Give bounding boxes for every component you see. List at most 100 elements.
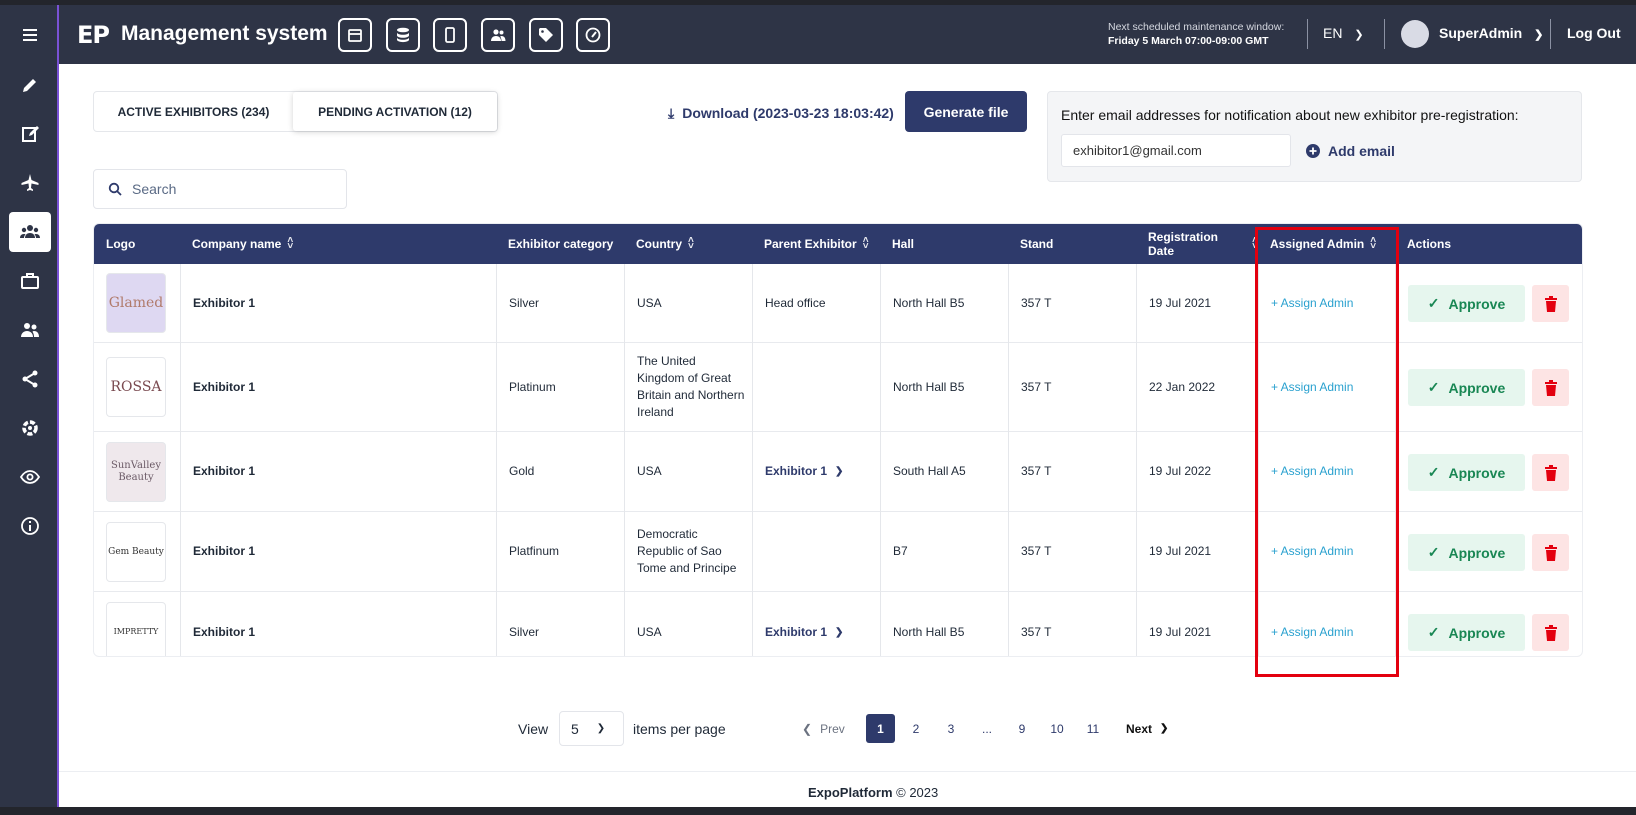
delete-button[interactable] xyxy=(1532,369,1569,406)
parent-exhibitor xyxy=(752,343,765,431)
parent-exhibitor-link[interactable]: Exhibitor 1 ❯ xyxy=(752,592,844,656)
download-icon: ⤓ xyxy=(668,105,675,121)
logout-button[interactable]: Log Out xyxy=(1567,25,1621,41)
tab-pending-activation[interactable]: PENDING ACTIVATION (12) xyxy=(293,92,497,131)
add-email-button[interactable]: Add email xyxy=(1306,143,1395,159)
tag-icon[interactable] xyxy=(529,18,563,52)
chevron-right-icon: ❯ xyxy=(835,466,844,477)
language-selector[interactable]: EN ❯ xyxy=(1323,25,1364,41)
users-icon[interactable] xyxy=(9,310,51,350)
approve-label: Approve xyxy=(1448,379,1506,396)
plane-icon[interactable] xyxy=(9,163,51,203)
approve-button[interactable]: ✓ Approve xyxy=(1408,614,1525,651)
share-icon[interactable] xyxy=(9,359,51,399)
assign-admin-link[interactable]: + Assign Admin xyxy=(1258,592,1353,656)
check-icon: ✓ xyxy=(1427,295,1440,311)
info-icon[interactable] xyxy=(9,506,51,546)
approve-button[interactable]: ✓ Approve xyxy=(1408,534,1525,571)
col-exhibitor-category: Exhibitor category xyxy=(496,224,624,264)
search-input[interactable]: Search xyxy=(93,169,347,209)
header-divider xyxy=(1384,19,1385,49)
page-button[interactable]: 3 xyxy=(942,714,960,743)
briefcase-icon[interactable] xyxy=(9,261,51,301)
sort-icon[interactable]: ˄ ˅ xyxy=(1370,236,1376,252)
next-page-button[interactable]: Next ❯ xyxy=(1126,714,1168,743)
edit-icon[interactable] xyxy=(9,114,51,154)
exhibitors-table: Logo Company name ˄ ˅ Exhibitor category C… xyxy=(93,223,1583,657)
column-divider xyxy=(1395,264,1396,656)
parent-exhibitor-link[interactable]: Exhibitor 1 ❯ xyxy=(752,432,843,511)
trash-icon xyxy=(1544,295,1557,312)
maintenance-window: Friday 5 March 07:00-09:00 GMT xyxy=(1108,35,1269,47)
chevron-down-icon: ❯ xyxy=(1534,29,1544,41)
delete-button[interactable] xyxy=(1532,614,1569,651)
page-button[interactable]: 9 xyxy=(1013,714,1031,743)
sort-icon[interactable]: ˄ ˅ xyxy=(688,236,694,252)
check-icon: ✓ xyxy=(1427,379,1440,395)
assign-admin-link[interactable]: + Assign Admin xyxy=(1258,343,1353,431)
user-menu[interactable]: SuperAdmin ❯ xyxy=(1439,25,1543,41)
col-label: Logo xyxy=(106,237,136,251)
sort-icon[interactable]: ˄ ˅ xyxy=(287,236,293,252)
assign-admin-link[interactable]: + Assign Admin xyxy=(1258,264,1353,342)
tab-active-exhibitors[interactable]: ACTIVE EXHIBITORS (234) xyxy=(94,92,293,131)
mobile-icon[interactable] xyxy=(433,18,467,52)
generate-file-button[interactable]: Generate file xyxy=(905,91,1027,132)
approve-button[interactable]: ✓ Approve xyxy=(1408,454,1525,491)
footer: ExpoPlatform © 2023 xyxy=(808,785,938,800)
country: The United Kingdom of Great Britain and … xyxy=(637,354,745,419)
column-divider xyxy=(496,264,497,656)
exhibitors-icon[interactable] xyxy=(9,212,51,252)
sort-icon[interactable]: ˄ ˅ xyxy=(863,236,869,252)
notification-panel: Enter email addresses for notification a… xyxy=(1047,91,1582,182)
col-assigned-admin[interactable]: Assigned Admin ˄ ˅ xyxy=(1258,224,1395,264)
brand-logo[interactable]: EP xyxy=(77,21,110,49)
chevron-right-icon: ❯ xyxy=(1160,723,1169,734)
chevron-right-icon: ❯ xyxy=(835,626,844,638)
exhibitor-tabs: ACTIVE EXHIBITORS (234) PENDING ACTIVATI… xyxy=(93,91,498,132)
eye-icon[interactable] xyxy=(9,457,51,497)
page-button[interactable]: 1 xyxy=(866,714,895,743)
download-link[interactable]: ⤓ Download (2023-03-23 18:03:42) xyxy=(668,105,894,122)
avatar[interactable] xyxy=(1401,20,1429,48)
pencil-icon[interactable] xyxy=(9,65,51,105)
delete-button[interactable] xyxy=(1532,534,1569,571)
column-divider xyxy=(1136,264,1137,656)
maintenance-notice: Next scheduled maintenance window: Frida… xyxy=(1108,20,1284,48)
col-company-name[interactable]: Company name ˄ ˅ xyxy=(180,224,496,264)
hall: North Hall B5 xyxy=(893,624,965,639)
col-country[interactable]: Country ˄ ˅ xyxy=(624,224,752,264)
email-field[interactable]: exhibitor1@gmail.com xyxy=(1061,134,1291,167)
assign-admin-link[interactable]: + Assign Admin xyxy=(1258,432,1353,511)
page-button[interactable]: 2 xyxy=(907,714,925,743)
company-logo: Glamed xyxy=(106,273,166,333)
col-label: Stand xyxy=(1020,237,1054,251)
prev-page-button[interactable]: ❮ Prev xyxy=(802,714,845,743)
users-icon[interactable] xyxy=(481,18,515,52)
items-per-page-select[interactable]: 5 ❯ xyxy=(559,711,624,746)
col-label: Registration Date xyxy=(1148,230,1219,258)
page-button[interactable]: 10 xyxy=(1048,714,1066,743)
speedometer-icon[interactable] xyxy=(576,18,610,52)
col-stand: Stand xyxy=(1008,224,1136,264)
trash-icon xyxy=(1544,464,1557,481)
menu-icon[interactable] xyxy=(9,15,51,55)
database-icon[interactable] xyxy=(386,18,420,52)
approve-button[interactable]: ✓ Approve xyxy=(1408,369,1525,406)
delete-button[interactable] xyxy=(1532,454,1569,491)
settings-icon[interactable] xyxy=(9,408,51,448)
col-parent-exhibitor[interactable]: Parent Exhibitor ˄ ˅ xyxy=(752,224,880,264)
col-registration-date[interactable]: Registration Date ˄ ˅ xyxy=(1136,224,1258,264)
col-label: Actions xyxy=(1407,237,1452,251)
page-button[interactable]: 11 xyxy=(1084,714,1102,743)
calendar-icon[interactable] xyxy=(338,18,372,52)
notification-label: Enter email addresses for notification a… xyxy=(1061,107,1519,123)
company-logo: SunValley Beauty xyxy=(106,442,166,502)
exhibitor-category: Gold xyxy=(509,464,535,478)
approve-button[interactable]: ✓ Approve xyxy=(1408,285,1525,322)
company-logo: ROSSA xyxy=(106,357,166,417)
search-icon xyxy=(108,182,122,196)
prev-label: Prev xyxy=(820,721,845,736)
delete-button[interactable] xyxy=(1532,285,1569,322)
assign-admin-link[interactable]: + Assign Admin xyxy=(1258,512,1353,591)
